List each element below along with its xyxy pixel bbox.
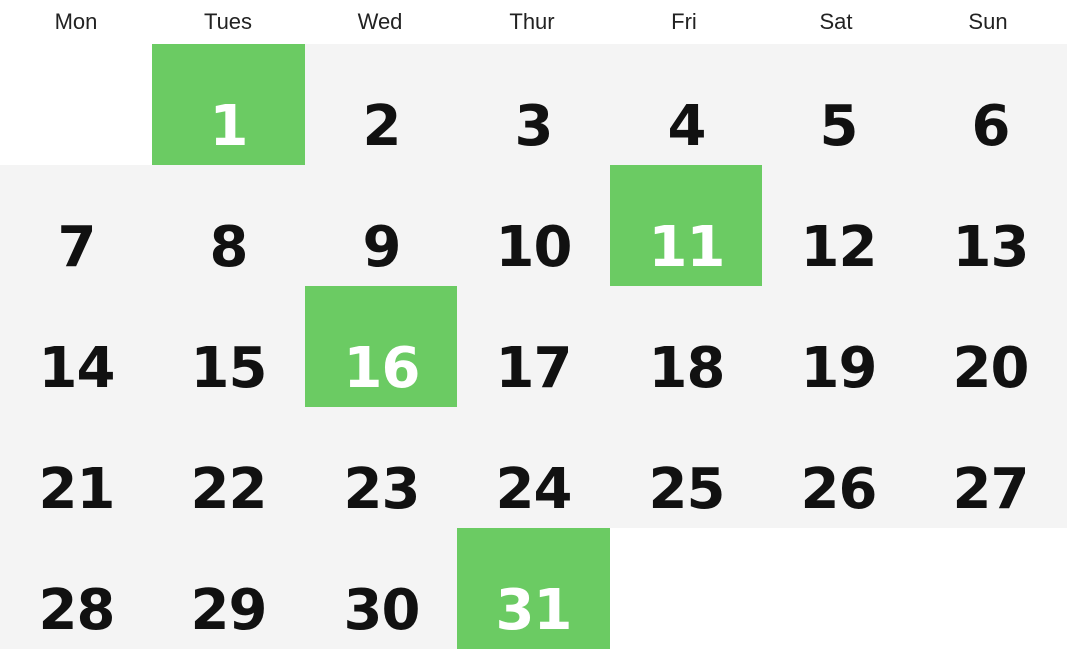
day-number: 13 xyxy=(952,215,1030,280)
day-cell[interactable]: 23 xyxy=(305,407,458,528)
weekday-header-mon: Mon xyxy=(54,9,98,34)
day-cell[interactable]: 14 xyxy=(0,286,153,407)
day-number: 30 xyxy=(343,578,421,643)
day-number: 19 xyxy=(800,336,878,401)
day-cell[interactable]: 13 xyxy=(914,165,1067,286)
day-number: 29 xyxy=(190,578,268,643)
day-cell[interactable]: 7 xyxy=(0,165,153,286)
day-number: 6 xyxy=(971,94,1011,159)
day-grid: 1 2 3 4 5 6 7 8 9 10 11 12 13 14 15 16 17 18 19 20 21 22 23 24 2… xyxy=(0,44,1071,649)
day-cell-highlighted[interactable]: 1 xyxy=(152,44,305,165)
day-cell-highlighted[interactable]: 31 xyxy=(457,528,610,649)
day-cell[interactable]: 24 xyxy=(457,407,610,528)
day-cell[interactable]: 18 xyxy=(610,286,763,407)
day-cell[interactable]: 9 xyxy=(305,165,458,286)
weekday-header-wed: Wed xyxy=(357,9,403,34)
weekday-header-sat: Sat xyxy=(819,9,853,34)
day-number: 10 xyxy=(495,215,573,280)
day-number: 2 xyxy=(362,94,402,159)
day-number: 20 xyxy=(952,336,1030,401)
day-cell[interactable]: 10 xyxy=(457,165,610,286)
day-number: 16 xyxy=(343,336,421,401)
day-number: 15 xyxy=(190,336,268,401)
day-number: 7 xyxy=(57,215,97,280)
day-number: 5 xyxy=(819,94,859,159)
day-number: 21 xyxy=(38,457,116,522)
day-number: 26 xyxy=(800,457,878,522)
day-number: 24 xyxy=(495,457,573,522)
day-cell[interactable]: 5 xyxy=(762,44,915,165)
day-number: 22 xyxy=(190,457,268,522)
day-number: 3 xyxy=(514,94,554,159)
weekday-header-tues: Tues xyxy=(203,9,253,34)
weekday-header-sun: Sun xyxy=(968,9,1008,34)
day-cell-highlighted[interactable]: 11 xyxy=(610,165,763,286)
day-number: 4 xyxy=(667,94,707,159)
day-cell[interactable]: 2 xyxy=(305,44,458,165)
day-number: 1 xyxy=(209,94,249,159)
day-cell[interactable]: 3 xyxy=(457,44,610,165)
day-cell[interactable]: 19 xyxy=(762,286,915,407)
day-number: 17 xyxy=(495,336,573,401)
day-cell[interactable]: 20 xyxy=(914,286,1067,407)
day-cell[interactable]: 21 xyxy=(0,407,153,528)
day-number: 11 xyxy=(648,215,726,280)
day-cell[interactable]: 29 xyxy=(152,528,305,649)
day-number: 18 xyxy=(648,336,726,401)
day-cell[interactable]: 17 xyxy=(457,286,610,407)
day-cell-highlighted[interactable]: 16 xyxy=(305,286,458,407)
day-number: 25 xyxy=(648,457,726,522)
weekday-header-fri: Fri xyxy=(671,9,697,34)
day-cell[interactable]: 15 xyxy=(152,286,305,407)
day-cell[interactable]: 30 xyxy=(305,528,458,649)
day-cell[interactable]: 26 xyxy=(762,407,915,528)
day-number: 27 xyxy=(952,457,1030,522)
weekday-header-row: Mon Tues Wed Thur Fri Sat Sun xyxy=(0,0,1071,44)
day-number: 14 xyxy=(38,336,116,401)
day-cell[interactable]: 12 xyxy=(762,165,915,286)
day-cell[interactable]: 6 xyxy=(914,44,1067,165)
day-number: 31 xyxy=(495,578,573,643)
day-number: 12 xyxy=(800,215,878,280)
day-cell[interactable]: 4 xyxy=(610,44,763,165)
day-cell[interactable]: 8 xyxy=(152,165,305,286)
day-number: 28 xyxy=(38,578,116,643)
day-number: 8 xyxy=(209,215,249,280)
weekday-header-thur: Thur xyxy=(509,9,555,34)
day-number: 23 xyxy=(343,457,421,522)
day-cell[interactable]: 28 xyxy=(0,528,153,649)
month-calendar: Mon Tues Wed Thur Fri Sat Sun 1234567891… xyxy=(0,0,1071,649)
day-cell[interactable]: 25 xyxy=(610,407,763,528)
day-cell[interactable]: 22 xyxy=(152,407,305,528)
day-cell[interactable]: 27 xyxy=(914,407,1067,528)
day-number: 9 xyxy=(362,215,402,280)
